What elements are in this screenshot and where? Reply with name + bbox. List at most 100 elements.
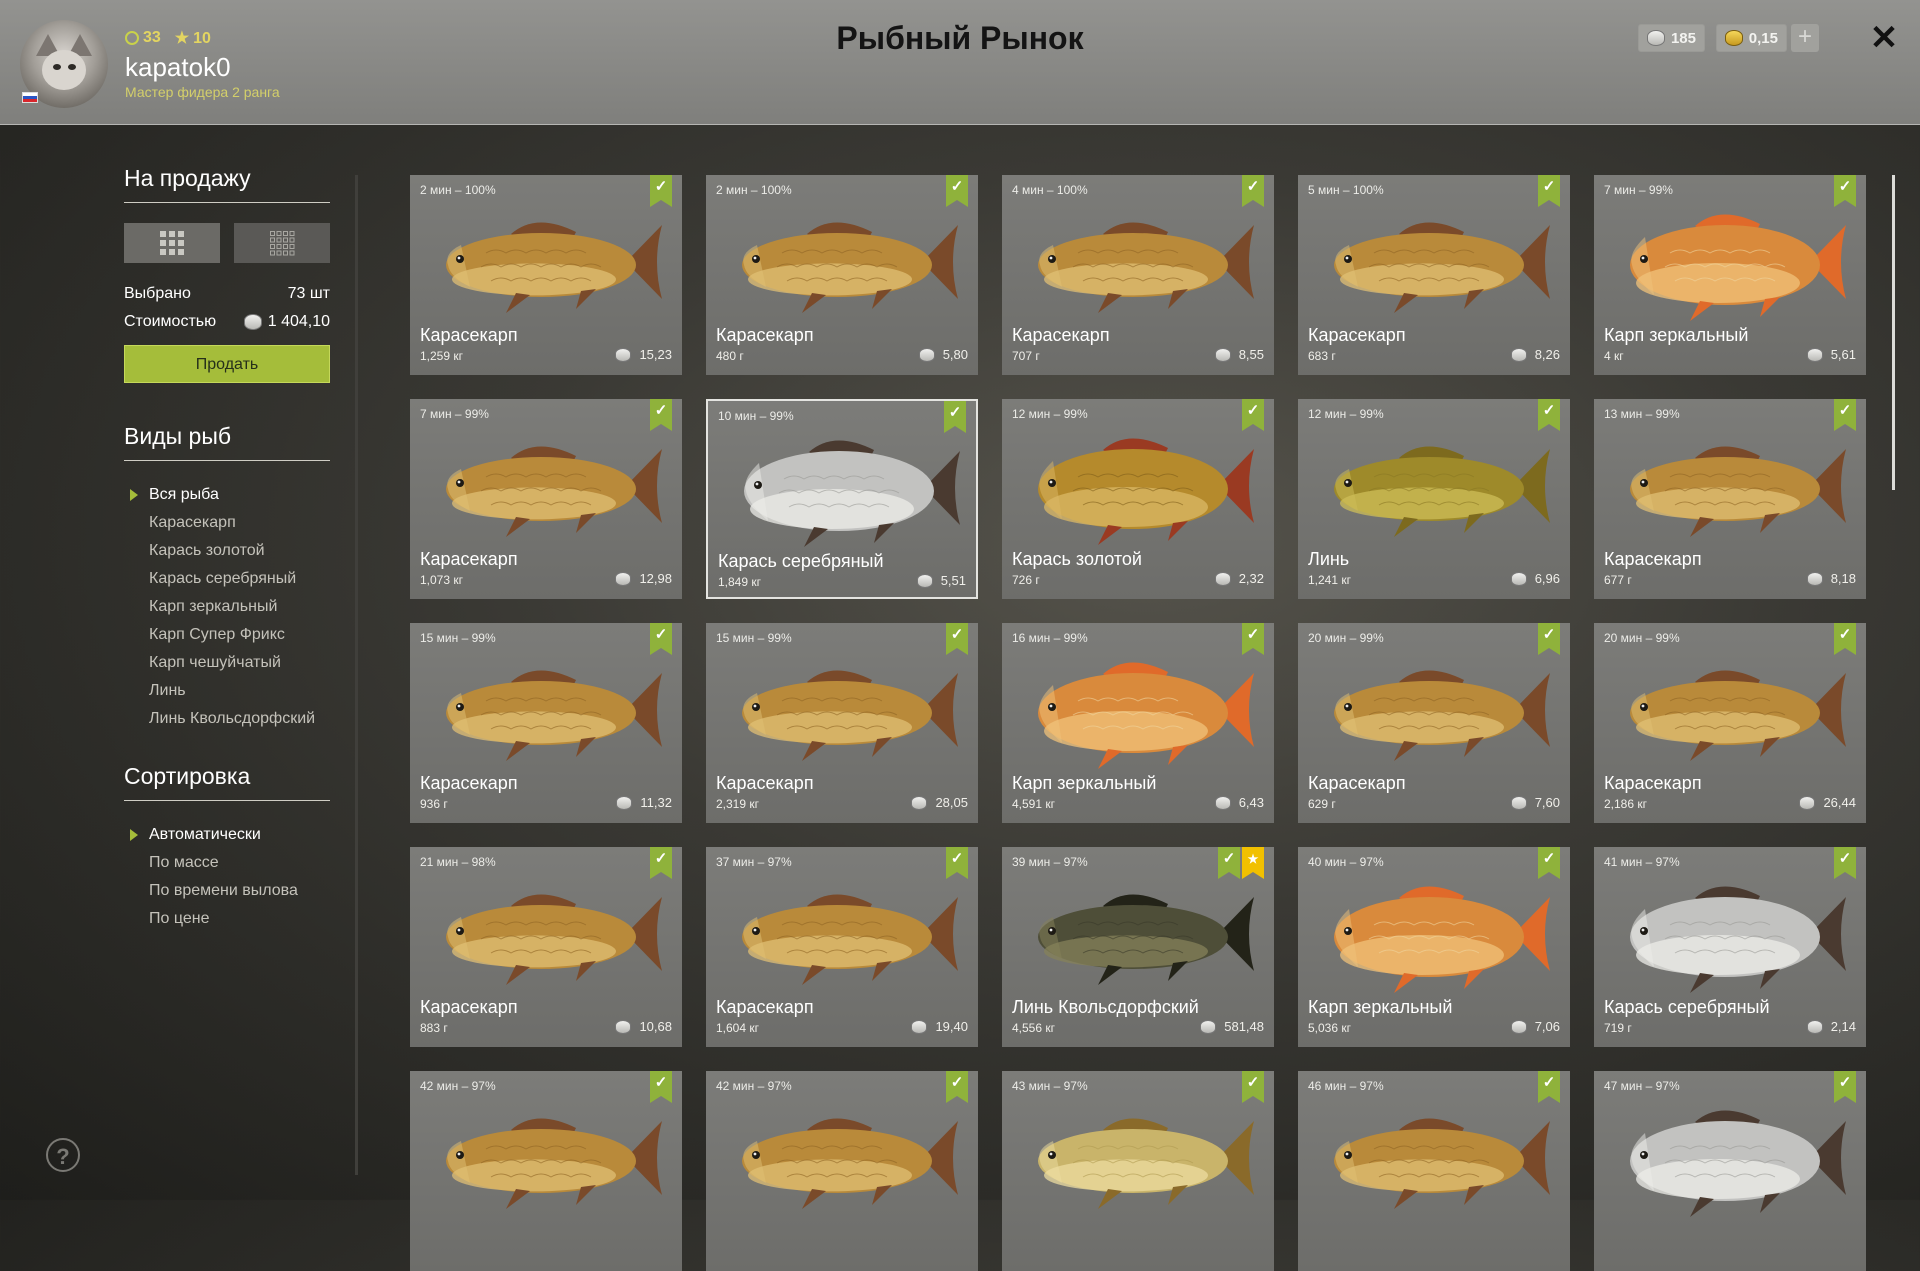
silver-coin-icon [916, 573, 933, 588]
fish-card[interactable]: 16 мин – 99% ✓ Карп зеркальный 4,591 кг … [1002, 623, 1274, 823]
fish-weight: 1,849 кг [718, 575, 761, 589]
silver-coin-icon [615, 347, 632, 362]
fish-card[interactable]: 37 мин – 97% ✓ Карасекарп 1,604 кг 19,40 [706, 847, 978, 1047]
fish-card[interactable]: 41 мин – 97% ✓ Карась серебряный 719 г 2… [1594, 847, 1866, 1047]
species-filter-item[interactable]: Карасекарп [124, 509, 330, 537]
silver-coin-icon [1806, 1019, 1823, 1034]
sort-option[interactable]: По времени вылова [124, 877, 330, 905]
fish-weight: 726 г [1012, 573, 1040, 587]
species-filter-item[interactable]: Карась золотой [124, 537, 330, 565]
add-currency-button[interactable]: + [1791, 24, 1819, 52]
fish-weight: 4,591 кг [1012, 797, 1055, 811]
price-value: 28,05 [935, 795, 968, 810]
sort-option[interactable]: По массе [124, 849, 330, 877]
fish-price: 15,23 [615, 347, 672, 362]
gold-value: 0,15 [1748, 29, 1778, 47]
species-section-title: Виды рыб [124, 423, 330, 461]
fish-name: Карась серебряный [718, 551, 884, 571]
fish-price: 6,96 [1510, 571, 1560, 586]
fish-weight: 629 г [1308, 797, 1336, 811]
sort-option[interactable]: Автоматически [124, 821, 330, 849]
fish-name: Карасекарп [420, 773, 518, 793]
species-filter-item[interactable]: Линь [124, 677, 330, 705]
close-icon[interactable]: ✕ [1866, 20, 1902, 56]
fish-weight: 683 г [1308, 349, 1336, 363]
species-filter-item[interactable]: Карп зеркальный [124, 593, 330, 621]
fish-price: 8,55 [1214, 347, 1264, 362]
small-grid-view-button[interactable] [234, 223, 330, 263]
fish-card[interactable]: 10 мин – 99% ✓ Карась серебряный 1,849 к… [706, 399, 978, 599]
fish-card[interactable]: 7 мин – 99% ✓ Карп зеркальный 4 кг 5,61 [1594, 175, 1866, 375]
fish-card[interactable]: 20 мин – 99% ✓ Карасекарп 2,186 кг 26,44 [1594, 623, 1866, 823]
fish-card[interactable]: 13 мин – 99% ✓ Карасекарп 677 г 8,18 [1594, 399, 1866, 599]
species-filter-item[interactable]: Вся рыба [124, 481, 330, 509]
fish-card[interactable]: 47 мин – 97% ✓ [1594, 1071, 1866, 1271]
fish-card[interactable]: 5 мин – 100% ✓ Карасекарп 683 г 8,26 [1298, 175, 1570, 375]
fish-name: Карасекарп [716, 997, 814, 1017]
fish-card[interactable]: 12 мин – 99% ✓ Линь 1,241 кг 6,96 [1298, 399, 1570, 599]
fish-price: 26,44 [1799, 795, 1856, 810]
fish-price: 5,51 [916, 573, 966, 588]
fish-card[interactable]: 15 мин – 99% ✓ Карасекарп 2,319 кг 28,05 [706, 623, 978, 823]
fish-card[interactable]: 20 мин – 99% ✓ Карасекарп 629 г 7,60 [1298, 623, 1570, 823]
price-value: 6,96 [1534, 571, 1560, 586]
fish-weight: 1,073 кг [420, 573, 463, 587]
fish-image [446, 670, 662, 761]
fish-name: Карасекарп [1308, 325, 1406, 345]
catch-time: 13 мин – 99% [1604, 407, 1680, 421]
catch-time: 41 мин – 97% [1604, 855, 1680, 869]
fish-image [1334, 1118, 1550, 1209]
fish-weight: 936 г [420, 797, 448, 811]
fish-card[interactable]: 21 мин – 98% ✓ Карасекарп 883 г 10,68 [410, 847, 682, 1047]
catch-time: 15 мин – 99% [716, 631, 792, 645]
fish-card[interactable]: 15 мин – 99% ✓ Карасекарп 936 г 11,32 [410, 623, 682, 823]
fish-card[interactable]: 4 мин – 100% ✓ Карасекарп 707 г 8,55 [1002, 175, 1274, 375]
fish-card[interactable]: 40 мин – 97% ✓ Карп зеркальный 5,036 кг … [1298, 847, 1570, 1047]
fish-name: Карась золотой [1012, 549, 1142, 569]
fish-image [446, 894, 662, 985]
fish-card[interactable]: 43 мин – 97% ✓ [1002, 1071, 1274, 1271]
sort-section-title: Сортировка [124, 763, 330, 801]
price-value: 2,32 [1238, 571, 1264, 586]
fish-card[interactable]: 39 мин – 97% ✓ ★ Линь Квольсдорфский 4,5… [1002, 847, 1274, 1047]
species-filter-item[interactable]: Карп Супер Фрикс [124, 621, 330, 649]
fish-price: 7,60 [1510, 795, 1560, 810]
fish-card[interactable]: 2 мин – 100% ✓ Карасекарп 1,259 кг 15,23 [410, 175, 682, 375]
price-value: 6,43 [1238, 795, 1264, 810]
large-grid-view-button[interactable] [124, 223, 220, 263]
silver-coin-icon [1510, 1019, 1527, 1034]
silver-coin-icon [1806, 571, 1823, 586]
help-icon[interactable]: ? [46, 1138, 80, 1172]
fish-card[interactable]: 2 мин – 100% ✓ Карасекарп 480 г 5,80 [706, 175, 978, 375]
catch-time: 39 мин – 97% [1012, 855, 1088, 869]
catch-time: 12 мин – 99% [1308, 407, 1384, 421]
price-value: 8,18 [1830, 571, 1856, 586]
silver-coin-icon [615, 571, 632, 586]
fish-card[interactable]: 7 мин – 99% ✓ Карасекарп 1,073 кг 12,98 [410, 399, 682, 599]
price-value: 581,48 [1224, 1019, 1264, 1034]
fish-image [742, 670, 958, 761]
fish-name: Линь Квольсдорфский [1012, 997, 1199, 1017]
species-filter-item[interactable]: Карась серебряный [124, 565, 330, 593]
fish-card[interactable]: 42 мин – 97% ✓ [410, 1071, 682, 1271]
cost-value: 1 404,10 [267, 313, 330, 330]
price-value: 5,61 [1830, 347, 1856, 362]
sale-section-title: На продажу [124, 165, 330, 203]
sell-button[interactable]: Продать [124, 345, 330, 383]
species-filter-item[interactable]: Линь Квольсдорфский [124, 705, 330, 733]
silver-coin-icon [616, 795, 633, 810]
fish-weight: 1,604 кг [716, 1021, 759, 1035]
species-filter-item[interactable]: Карп чешуйчатый [124, 649, 330, 677]
sort-option[interactable]: По цене [124, 905, 330, 933]
small-grid-icon [270, 231, 295, 256]
fish-card[interactable]: 12 мин – 99% ✓ Карась золотой 726 г 2,32 [1002, 399, 1274, 599]
fish-price: 5,80 [918, 347, 968, 362]
silver-coin-icon [1214, 571, 1231, 586]
scrollbar[interactable] [1892, 175, 1895, 490]
catch-time: 46 мин – 97% [1308, 1079, 1384, 1093]
catch-time: 40 мин – 97% [1308, 855, 1384, 869]
fish-card[interactable]: 46 мин – 97% ✓ [1298, 1071, 1570, 1271]
price-value: 2,14 [1830, 1019, 1856, 1034]
fish-card[interactable]: 42 мин – 97% ✓ [706, 1071, 978, 1271]
species-filter-list: Вся рыба Карасекарп Карась золотой Карась с… [124, 481, 330, 733]
